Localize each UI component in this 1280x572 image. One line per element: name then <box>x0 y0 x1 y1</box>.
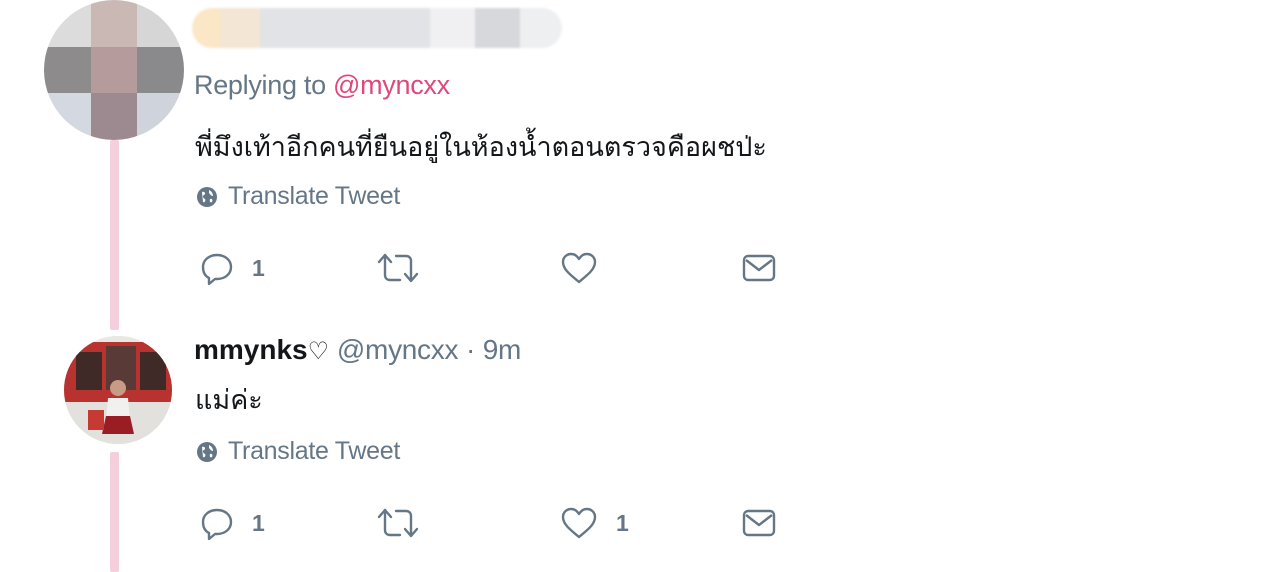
translate-tweet-link[interactable]: Translate Tweet <box>196 437 400 466</box>
tweet-text: พี่มึงเท้าอีกคนที่ยืนอยู่ในห้องน้ำตอนตรว… <box>195 132 767 163</box>
translate-label: Translate Tweet <box>228 182 400 210</box>
replying-to: Replying to @myncxx <box>194 70 450 101</box>
tweet-text: แม่ค่ะ <box>195 385 263 416</box>
tweet-actions: 1 <box>200 248 800 288</box>
translate-tweet-link[interactable]: Translate Tweet <box>196 182 400 211</box>
handle[interactable]: @myncxx <box>337 334 459 365</box>
reply-count: 1 <box>252 254 265 281</box>
replying-mention-link[interactable]: @myncxx <box>333 70 450 100</box>
reply-icon <box>200 251 234 285</box>
direct-message-button[interactable] <box>740 503 778 543</box>
direct-message-button[interactable] <box>740 248 778 288</box>
separator-dot: · <box>465 334 475 365</box>
timestamp-link[interactable]: 9m <box>483 334 522 365</box>
avatar-pixelated[interactable] <box>44 0 184 140</box>
like-count: 1 <box>616 509 629 536</box>
tweet-header: mmynks♡ @myncxx · 9m <box>194 334 521 366</box>
thread-line-top <box>110 140 119 330</box>
globe-icon <box>196 441 218 463</box>
redacted-username <box>192 8 562 48</box>
heart-emoji: ♡ <box>307 337 330 365</box>
avatar[interactable] <box>64 336 172 444</box>
reply-button[interactable]: 1 <box>200 503 265 543</box>
retweet-button[interactable] <box>376 503 438 543</box>
like-button[interactable]: 1 <box>560 503 629 543</box>
like-icon <box>560 506 598 540</box>
tweet-actions: 1 1 <box>200 503 800 543</box>
reply-icon <box>200 506 234 540</box>
like-icon <box>560 251 598 285</box>
retweet-button[interactable] <box>376 248 438 288</box>
globe-icon <box>196 186 218 208</box>
reply-count: 1 <box>252 509 265 536</box>
thread-line-bottom <box>110 452 119 572</box>
replying-prefix: Replying to <box>194 70 326 100</box>
display-name[interactable]: mmynks <box>194 334 308 365</box>
message-icon <box>740 506 778 540</box>
translate-label: Translate Tweet <box>228 437 400 465</box>
like-button[interactable] <box>560 248 616 288</box>
message-icon <box>740 251 778 285</box>
retweet-icon <box>376 506 420 540</box>
retweet-icon <box>376 251 420 285</box>
reply-button[interactable]: 1 <box>200 248 265 288</box>
